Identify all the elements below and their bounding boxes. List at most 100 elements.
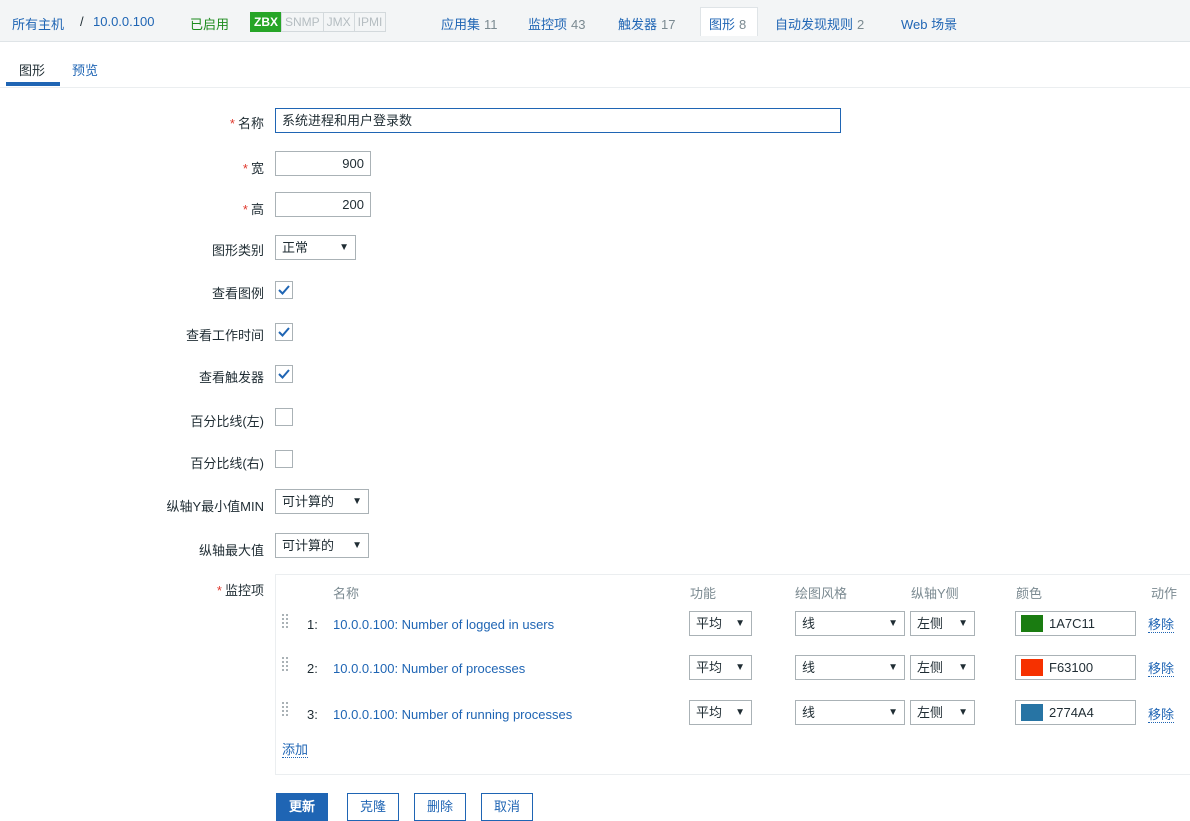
color-swatch[interactable]: [1021, 615, 1043, 632]
form-subtabs: 图形 预览: [0, 42, 1190, 88]
draw-style-value: 线: [802, 705, 816, 720]
remove-item-link[interactable]: 移除: [1148, 617, 1175, 633]
jmx-badge: JMX: [322, 12, 355, 32]
tab-triggers-count: 17: [661, 17, 676, 32]
item-name-link[interactable]: 10.0.0.100: Number of processes: [333, 661, 525, 676]
function-select[interactable]: 平均 ▼: [689, 611, 752, 636]
y-axis-side-select[interactable]: 左侧 ▼: [910, 611, 975, 636]
show-triggers-checkbox[interactable]: [275, 365, 293, 383]
triangle-down-icon: ▼: [958, 707, 968, 718]
host-status-enabled[interactable]: 已启用: [190, 14, 229, 33]
color-hex-value: F63100: [1049, 660, 1094, 675]
draw-style-select[interactable]: 线 ▼: [795, 655, 905, 680]
function-value: 平均: [696, 616, 723, 631]
tab-web-scenarios[interactable]: Web 场景: [901, 14, 957, 33]
show-legend-label: 查看图例: [211, 286, 264, 301]
all-hosts-link[interactable]: 所有主机: [12, 14, 64, 33]
host-link[interactable]: 10.0.0.100: [93, 14, 154, 29]
function-value: 平均: [696, 705, 723, 720]
y-min-select[interactable]: 可计算的 ▼: [275, 489, 369, 514]
draw-style-select[interactable]: 线 ▼: [795, 611, 905, 636]
host-navigation-bar: 所有主机 / 10.0.0.100 已启用 ZBX SNMP JMX IPMI …: [0, 0, 1190, 42]
row-number: 1:: [307, 617, 318, 632]
color-hex-value: 1A7C11: [1049, 616, 1096, 631]
color-picker[interactable]: 2774A4: [1015, 700, 1136, 725]
y-min-label: 纵轴Y最小值MIN: [166, 499, 264, 514]
tab-triggers[interactable]: 触发器 17: [618, 14, 675, 33]
remove-item-link[interactable]: 移除: [1148, 707, 1175, 723]
color-hex-value: 2774A4: [1049, 705, 1094, 720]
remove-item-link[interactable]: 移除: [1148, 661, 1175, 677]
tab-graphs-count: 8: [739, 17, 747, 32]
name-label-text: 名称: [237, 116, 264, 131]
height-input[interactable]: 200: [275, 192, 371, 217]
required-marker: *: [216, 583, 222, 598]
y-axis-side-select[interactable]: 左侧 ▼: [910, 700, 975, 725]
y-max-select[interactable]: 可计算的 ▼: [275, 533, 369, 558]
clone-button[interactable]: 克隆: [347, 793, 400, 821]
percentile-right-checkbox[interactable]: [275, 450, 293, 468]
active-subtab-indicator: [6, 82, 60, 86]
tab-applications-label: 应用集: [441, 17, 481, 32]
availability-badges: ZBX SNMP JMX IPMI: [250, 12, 387, 32]
tab-web-scenarios-label: Web 场景: [901, 17, 958, 32]
tab-items[interactable]: 监控项 43: [528, 14, 585, 33]
draw-style-select[interactable]: 线 ▼: [795, 700, 905, 725]
update-button[interactable]: 更新: [276, 793, 329, 821]
zbx-badge: ZBX: [250, 12, 282, 32]
tab-applications-count: 11: [484, 17, 498, 32]
color-swatch[interactable]: [1021, 704, 1043, 721]
graph-type-value: 正常: [282, 240, 309, 255]
graph-type-label: 图形类别: [211, 243, 264, 258]
cancel-button[interactable]: 取消: [481, 793, 534, 821]
color-swatch[interactable]: [1021, 659, 1043, 676]
triangle-down-icon: ▼: [352, 540, 362, 551]
tab-graphs[interactable]: 图形 8: [709, 14, 746, 33]
color-picker[interactable]: F63100: [1015, 655, 1136, 680]
add-item-link[interactable]: 添加: [282, 742, 309, 758]
show-working-time-label: 查看工作时间: [185, 328, 264, 343]
check-icon: [278, 369, 290, 379]
required-marker: *: [229, 116, 235, 131]
item-name-link[interactable]: 10.0.0.100: Number of logged in users: [333, 617, 554, 632]
delete-button[interactable]: 删除: [414, 793, 467, 821]
show-legend-checkbox[interactable]: [275, 281, 293, 299]
name-input[interactable]: 系统进程和用户登录数: [275, 108, 841, 133]
drag-handle-icon[interactable]: [282, 700, 290, 722]
triangle-down-icon: ▼: [958, 618, 968, 629]
y-axis-side-value: 左侧: [917, 705, 944, 720]
tab-graph[interactable]: 图形: [19, 60, 45, 79]
y-axis-side-value: 左侧: [917, 616, 944, 631]
tab-items-count: 43: [571, 17, 586, 32]
width-label: * 宽: [243, 158, 264, 177]
y-min-value: 可计算的: [282, 494, 335, 509]
graph-type-select[interactable]: 正常 ▼: [275, 235, 356, 260]
y-max-value: 可计算的: [282, 538, 335, 553]
width-label-text: 宽: [250, 161, 264, 176]
tab-applications[interactable]: 应用集 11: [441, 14, 498, 33]
function-value: 平均: [696, 660, 723, 675]
show-triggers-label: 查看触发器: [198, 370, 264, 385]
percentile-left-checkbox[interactable]: [275, 408, 293, 426]
item-name-link[interactable]: 10.0.0.100: Number of running processes: [333, 707, 572, 722]
tab-discovery-rules-label: 自动发现规则: [775, 17, 854, 32]
triangle-down-icon: ▼: [735, 618, 745, 629]
drag-handle-icon[interactable]: [282, 655, 290, 677]
function-select[interactable]: 平均 ▼: [689, 655, 752, 680]
header-color: 颜色: [1016, 586, 1043, 601]
required-marker: *: [242, 161, 248, 176]
color-picker[interactable]: 1A7C11: [1015, 611, 1136, 636]
header-action: 动作: [1151, 586, 1178, 601]
breadcrumb-separator: /: [80, 14, 84, 29]
width-input[interactable]: 900: [275, 151, 371, 176]
drag-handle-icon[interactable]: [282, 612, 290, 634]
tab-discovery-rules[interactable]: 自动发现规则 2: [775, 14, 864, 33]
show-working-time-checkbox[interactable]: [275, 323, 293, 341]
triangle-down-icon: ▼: [958, 662, 968, 673]
tab-graphs-label: 图形: [709, 17, 736, 32]
tab-preview[interactable]: 预览: [72, 60, 98, 79]
header-draw-style: 绘图风格: [795, 586, 848, 601]
y-axis-side-select[interactable]: 左侧 ▼: [910, 655, 975, 680]
check-icon: [278, 285, 290, 295]
function-select[interactable]: 平均 ▼: [689, 700, 752, 725]
